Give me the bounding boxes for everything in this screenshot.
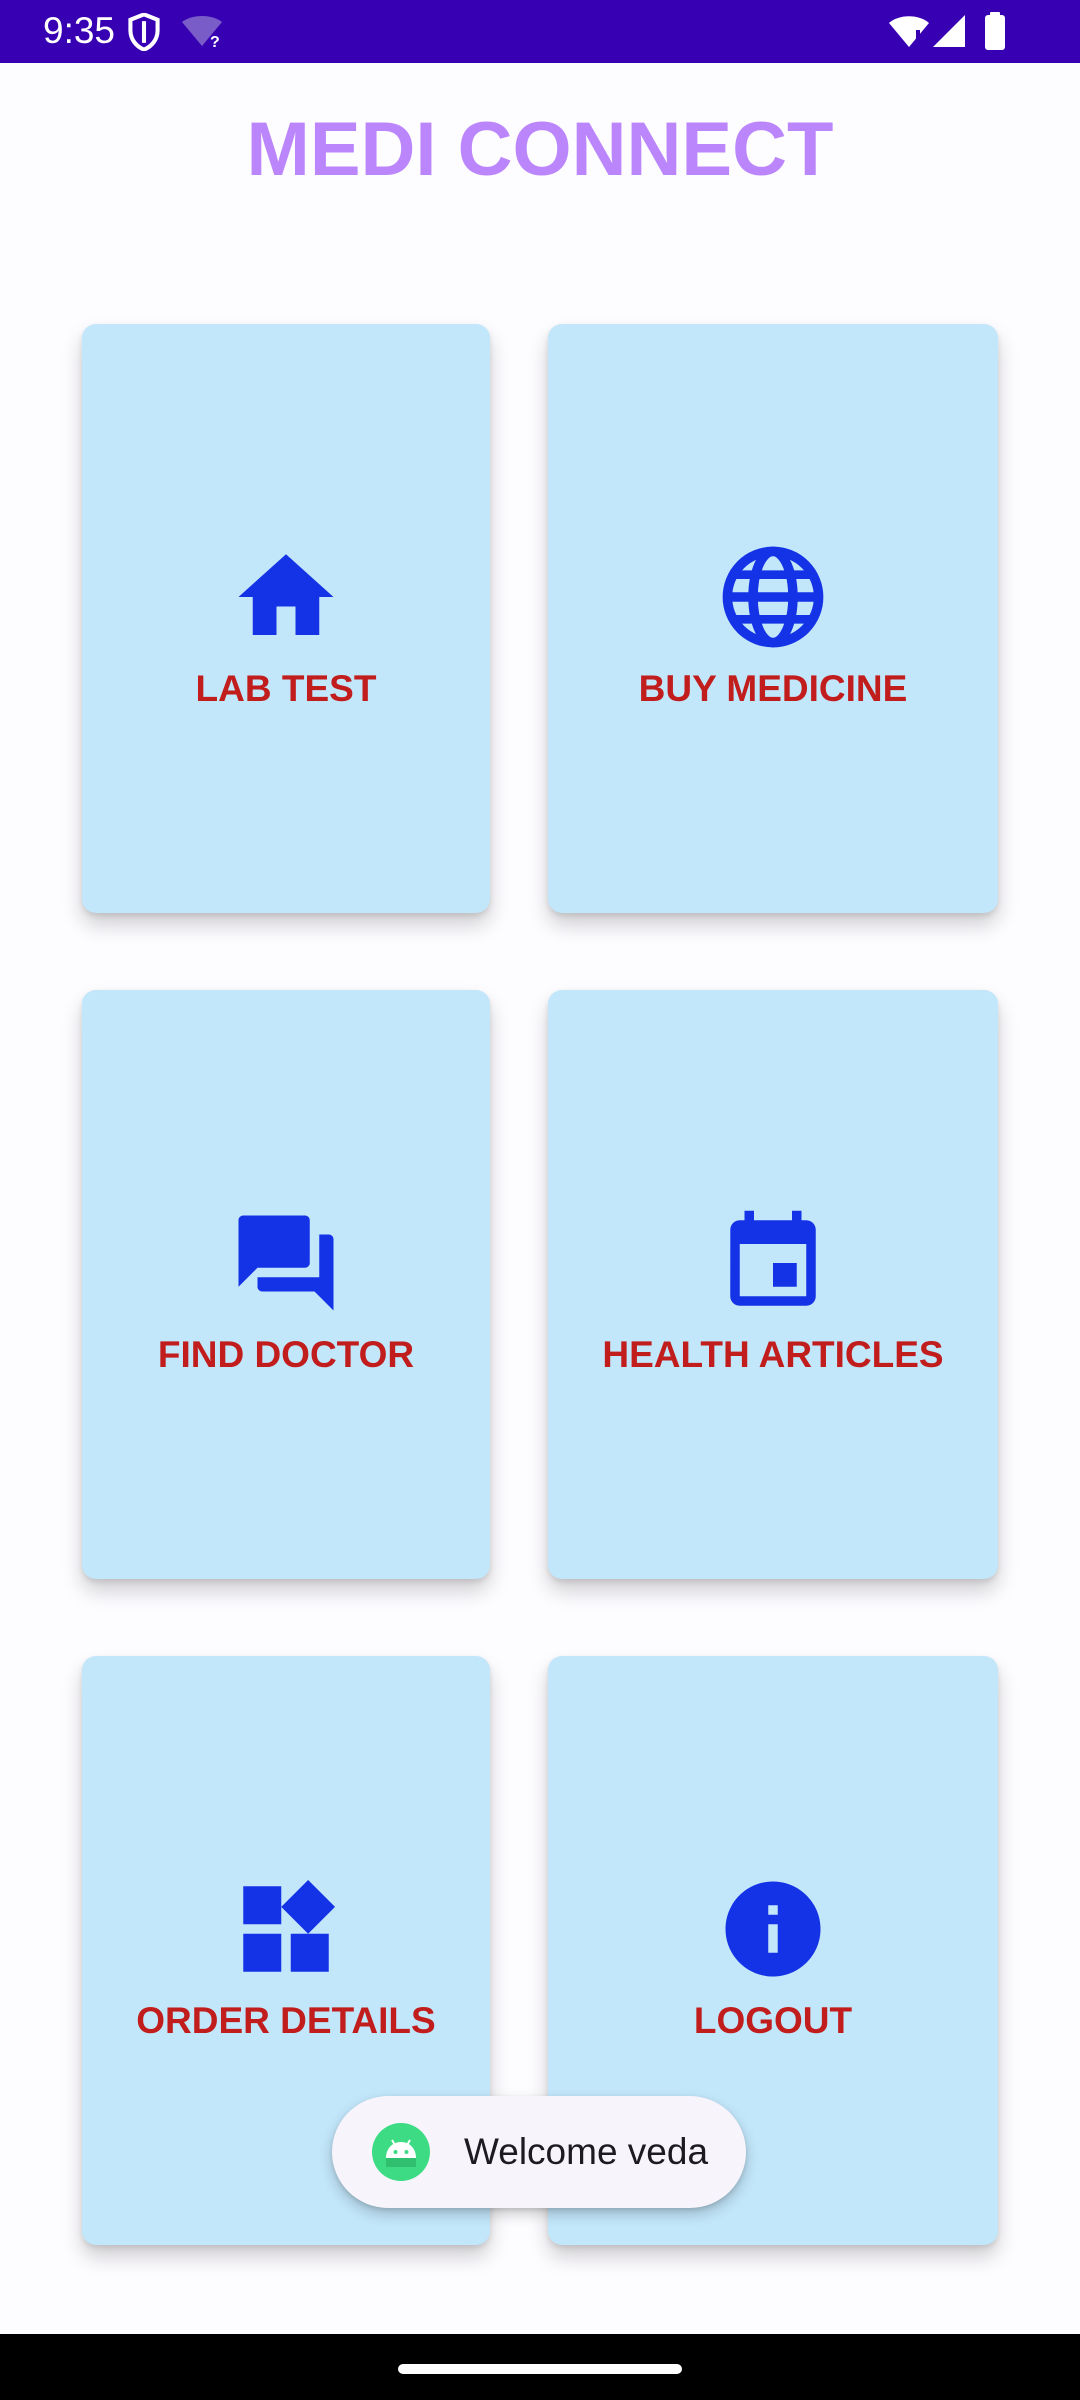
content-bottom-strip bbox=[0, 2283, 1080, 2334]
info-icon bbox=[725, 1881, 821, 1977]
home-gesture-handle[interactable] bbox=[398, 2364, 682, 2374]
order-details-label: ORDER DETAILS bbox=[136, 2000, 436, 2041]
logout-label: LOGOUT bbox=[693, 2000, 853, 2041]
lab-test-label: LAB TEST bbox=[195, 668, 377, 709]
widgets-icon bbox=[243, 1880, 336, 1972]
status-bar: 9:35 ? bbox=[0, 0, 1080, 63]
home-icon bbox=[238, 554, 334, 635]
wifi-question-icon: ? bbox=[182, 16, 222, 48]
wifi-alert-icon bbox=[889, 16, 929, 47]
calendar-icon bbox=[730, 1210, 816, 1306]
welcome-toast: Welcome veda bbox=[332, 2096, 746, 2208]
globe-icon bbox=[722, 546, 824, 648]
buy-medicine-card[interactable]: BUY MEDICINE bbox=[548, 324, 998, 913]
shield-icon bbox=[128, 13, 160, 51]
status-time: 9:35 bbox=[43, 10, 116, 51]
app-title: MEDI CONNECT bbox=[246, 107, 834, 192]
health-articles-label: HEALTH ARTICLES bbox=[602, 1334, 944, 1375]
find-doctor-label: FIND DOCTOR bbox=[157, 1334, 415, 1375]
svg-text:?: ? bbox=[210, 34, 220, 48]
cellular-signal-icon bbox=[933, 15, 965, 47]
toast-message: Welcome veda bbox=[464, 2131, 709, 2172]
lab-test-card[interactable]: LAB TEST bbox=[82, 324, 490, 913]
buy-medicine-label: BUY MEDICINE bbox=[638, 668, 908, 709]
chat-icon bbox=[238, 1215, 334, 1311]
health-articles-card[interactable]: HEALTH ARTICLES bbox=[548, 990, 998, 1579]
battery-icon bbox=[985, 12, 1005, 50]
android-icon bbox=[372, 2123, 430, 2181]
find-doctor-card[interactable]: FIND DOCTOR bbox=[82, 990, 490, 1579]
